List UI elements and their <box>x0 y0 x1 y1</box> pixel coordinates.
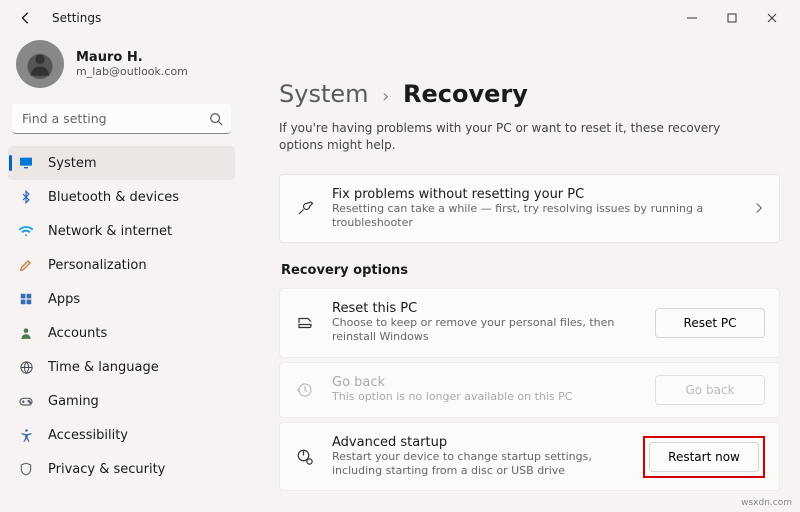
intro-text: If you're having problems with your PC o… <box>279 120 759 154</box>
breadcrumb: System › Recovery <box>279 80 780 108</box>
window-title: Settings <box>52 11 101 25</box>
reset-pc-card: Reset this PC Choose to keep or remove y… <box>279 288 780 358</box>
troubleshoot-desc: Resetting can take a while — first, try … <box>332 202 737 231</box>
bluetooth-icon <box>18 189 34 205</box>
search-box <box>12 104 231 134</box>
sidebar: Mauro H. m_lab@outlook.com System Bluetoo… <box>0 36 243 512</box>
sidebar-item-label: Accounts <box>48 326 107 341</box>
sidebar-item-label: Bluetooth & devices <box>48 190 179 205</box>
restart-now-button[interactable]: Restart now <box>649 442 759 472</box>
history-icon <box>294 381 316 399</box>
brush-icon <box>18 257 34 273</box>
sidebar-item-bluetooth-devices[interactable]: Bluetooth & devices <box>8 180 235 214</box>
wifi-icon <box>18 223 34 239</box>
sidebar-item-accessibility[interactable]: Accessibility <box>8 418 235 452</box>
window-controls <box>672 0 792 36</box>
sidebar-item-time-language[interactable]: Time & language <box>8 350 235 384</box>
monitor-icon <box>18 155 34 171</box>
troubleshoot-title: Fix problems without resetting your PC <box>332 187 737 202</box>
back-button[interactable] <box>8 0 44 36</box>
sidebar-item-label: Apps <box>48 292 80 307</box>
go-back-button: Go back <box>655 375 765 405</box>
wrench-icon <box>294 199 316 217</box>
close-button[interactable] <box>752 0 792 36</box>
search-input[interactable] <box>12 104 231 134</box>
goback-desc: This option is no longer available on th… <box>332 390 639 404</box>
attribution: wsxdn.com <box>741 498 792 508</box>
gamepad-icon <box>18 393 34 409</box>
profile-block[interactable]: Mauro H. m_lab@outlook.com <box>8 36 235 104</box>
sidebar-item-label: Time & language <box>48 360 159 375</box>
advanced-startup-card: Advanced startup Restart your device to … <box>279 422 780 492</box>
sidebar-item-network-internet[interactable]: Network & internet <box>8 214 235 248</box>
sidebar-item-system[interactable]: System <box>8 146 235 180</box>
sidebar-item-apps[interactable]: Apps <box>8 282 235 316</box>
breadcrumb-current: Recovery <box>403 80 528 108</box>
sidebar-item-label: Privacy & security <box>48 462 165 477</box>
reset-icon <box>294 314 316 332</box>
maximize-button[interactable] <box>712 0 752 36</box>
reset-pc-button[interactable]: Reset PC <box>655 308 765 338</box>
sidebar-item-label: Network & internet <box>48 224 172 239</box>
globe-icon <box>18 359 34 375</box>
reset-title: Reset this PC <box>332 301 639 316</box>
sidebar-item-label: Gaming <box>48 394 99 409</box>
shield-icon <box>18 461 34 477</box>
titlebar: Settings <box>0 0 800 36</box>
profile-email: m_lab@outlook.com <box>76 65 188 78</box>
profile-name: Mauro H. <box>76 50 188 65</box>
section-label: Recovery options <box>281 263 780 278</box>
main-panel: System › Recovery If you're having probl… <box>243 36 800 512</box>
nav-list: System Bluetooth & devices Network & inter… <box>8 146 235 504</box>
chevron-right-icon <box>753 199 765 218</box>
goback-title: Go back <box>332 375 639 390</box>
chevron-right-icon: › <box>382 86 389 107</box>
breadcrumb-parent[interactable]: System <box>279 80 369 108</box>
highlight-box: Restart now <box>643 436 765 478</box>
go-back-card: Go back This option is no longer availab… <box>279 362 780 418</box>
person-icon <box>18 325 34 341</box>
troubleshoot-card[interactable]: Fix problems without resetting your PC R… <box>279 174 780 244</box>
adv-desc: Restart your device to change startup se… <box>332 450 627 479</box>
sidebar-item-label: Personalization <box>48 258 147 273</box>
minimize-button[interactable] <box>672 0 712 36</box>
sidebar-item-accounts[interactable]: Accounts <box>8 316 235 350</box>
sidebar-item-label: System <box>48 156 96 171</box>
reset-desc: Choose to keep or remove your personal f… <box>332 316 639 345</box>
sidebar-item-privacy-security[interactable]: Privacy & security <box>8 452 235 486</box>
accessibility-icon <box>18 427 34 443</box>
search-icon <box>209 111 223 130</box>
avatar <box>16 40 64 88</box>
adv-title: Advanced startup <box>332 435 627 450</box>
grid-icon <box>18 291 34 307</box>
sidebar-item-gaming[interactable]: Gaming <box>8 384 235 418</box>
sidebar-item-personalization[interactable]: Personalization <box>8 248 235 282</box>
sidebar-item-label: Accessibility <box>48 428 128 443</box>
power-gear-icon <box>294 448 316 466</box>
